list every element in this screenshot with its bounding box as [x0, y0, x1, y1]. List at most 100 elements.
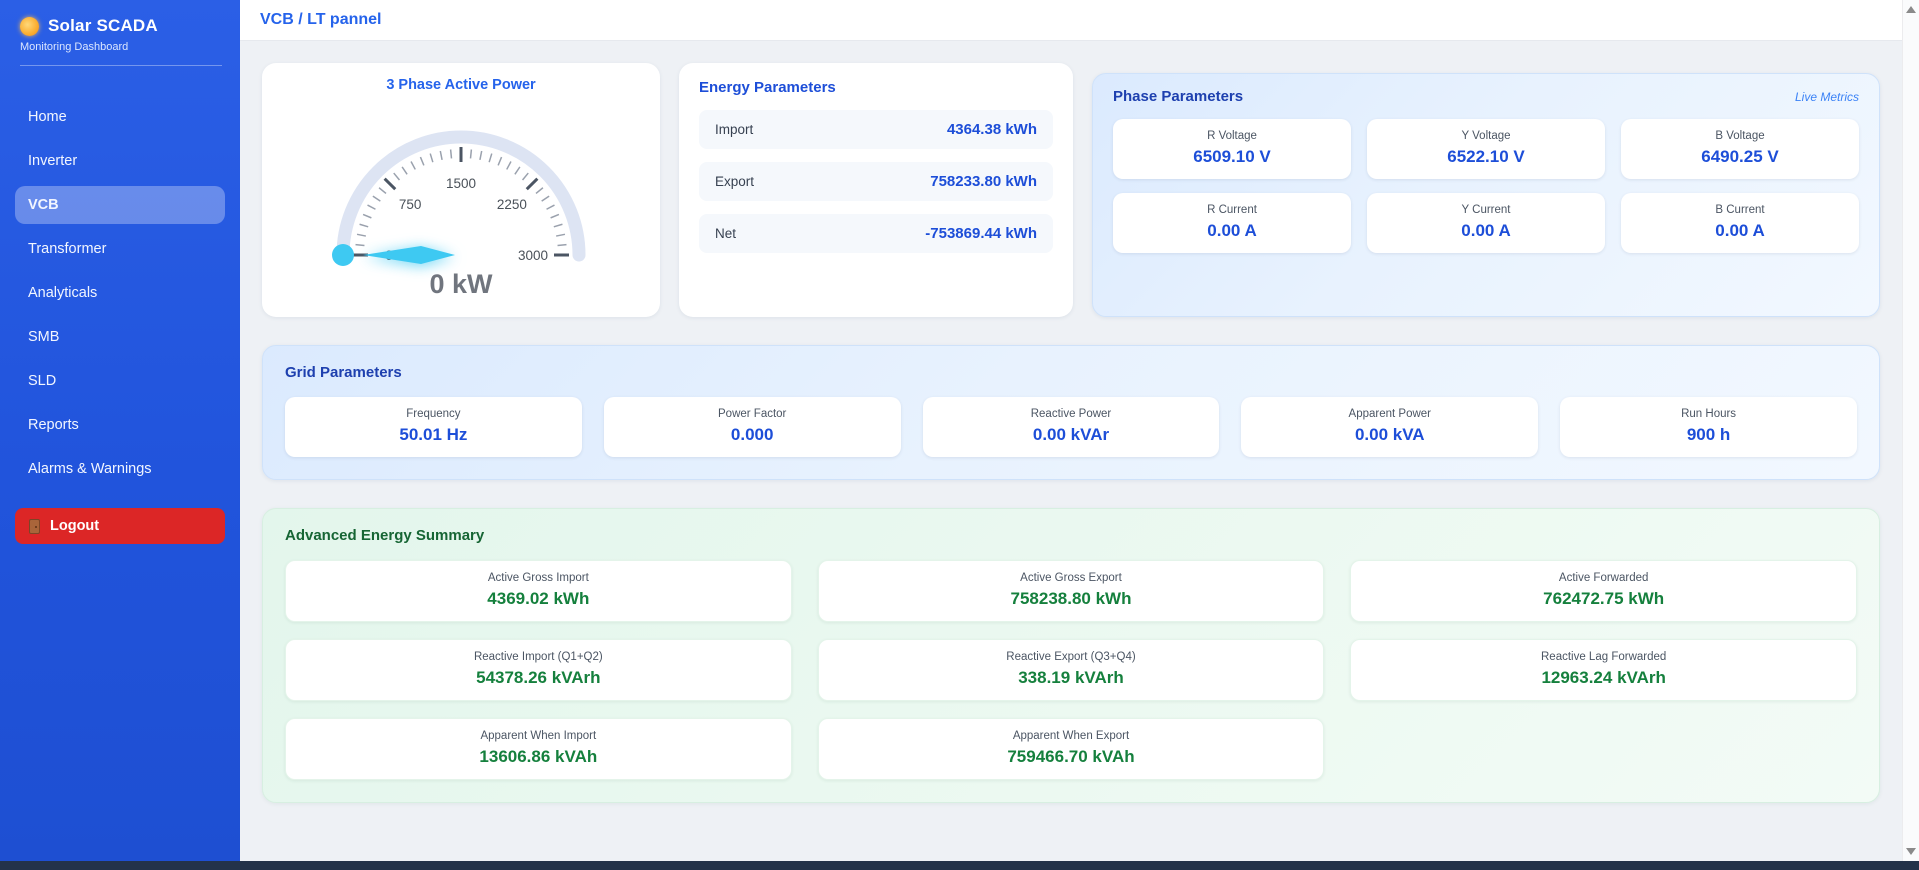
vertical-scrollbar[interactable]	[1902, 0, 1919, 861]
phase-parameters-title: Phase Parameters	[1113, 88, 1243, 105]
logo-block: Solar SCADA Monitoring Dashboard	[0, 0, 240, 76]
metric-label: B Voltage	[1631, 130, 1849, 142]
app-subtitle: Monitoring Dashboard	[20, 41, 222, 53]
sidebar-nav-item[interactable]: Home	[15, 98, 225, 136]
metric-tile: Y Voltage 6522.10 V	[1367, 119, 1605, 179]
main-area: VCB / LT pannel 3 Phase Active Power 075…	[240, 0, 1902, 861]
metric-value: 0.00 A	[1123, 221, 1341, 241]
metric-tile: Active Forwarded 762472.75 kWh	[1350, 560, 1857, 622]
sidebar-nav-item[interactable]: SMB	[15, 318, 225, 356]
sidebar-nav-item-label: VCB	[28, 197, 59, 213]
metric-value: 338.19 kVArh	[829, 668, 1314, 688]
metric-tile: B Current 0.00 A	[1621, 193, 1859, 253]
topbar: VCB / LT pannel	[240, 0, 1902, 41]
door-icon	[29, 519, 40, 534]
bottom-strip	[0, 861, 1919, 870]
sidebar-nav-item[interactable]: Alarms & Warnings	[15, 450, 225, 488]
metric-label: R Voltage	[1123, 130, 1341, 142]
metric-label: Run Hours	[1570, 408, 1847, 420]
metric-value: 0.00 A	[1631, 221, 1849, 241]
metric-label: Reactive Power	[933, 408, 1210, 420]
metric-value: 4369.02 kWh	[296, 589, 781, 609]
energy-row-value: 4364.38 kWh	[947, 121, 1037, 138]
metric-value: 762472.75 kWh	[1361, 589, 1846, 609]
sidebar-nav-item-label: Transformer	[28, 241, 106, 257]
sidebar-nav-item-label: Alarms & Warnings	[28, 461, 152, 477]
svg-text:0 kW: 0 kW	[429, 269, 493, 299]
sun-logo-icon	[20, 17, 39, 36]
metric-value: 54378.26 kVArh	[296, 668, 781, 688]
metric-label: Frequency	[295, 408, 572, 420]
phase-parameters-card: Phase Parameters Live Metrics R Voltage …	[1092, 73, 1880, 317]
energy-parameter-row: Net -753869.44 kWh	[699, 214, 1053, 253]
energy-parameters-card: Energy Parameters Import 4364.38 kWh Exp…	[679, 63, 1073, 317]
sidebar-nav-item-label: Analyticals	[28, 285, 97, 301]
svg-text:3000: 3000	[518, 248, 548, 263]
live-metrics-badge: Live Metrics	[1795, 90, 1859, 104]
metric-tile: Apparent When Export 759466.70 kVAh	[818, 718, 1325, 780]
metric-tile: R Voltage 6509.10 V	[1113, 119, 1351, 179]
sidebar-nav-item[interactable]: VCB	[15, 186, 225, 224]
metric-label: Y Voltage	[1377, 130, 1595, 142]
metric-tile: B Voltage 6490.25 V	[1621, 119, 1859, 179]
metric-value: 50.01 Hz	[295, 425, 572, 445]
metric-value: 759466.70 kVAh	[829, 747, 1314, 767]
metric-value: 6490.25 V	[1631, 147, 1849, 167]
metric-tile: Reactive Export (Q3+Q4) 338.19 kVArh	[818, 639, 1325, 701]
metric-label: Reactive Import (Q1+Q2)	[296, 651, 781, 663]
metric-tile: Active Gross Import 4369.02 kWh	[285, 560, 792, 622]
sidebar-nav-item[interactable]: Reports	[15, 406, 225, 444]
sidebar-nav-item[interactable]: SLD	[15, 362, 225, 400]
sidebar: Solar SCADA Monitoring Dashboard Home In…	[0, 0, 240, 861]
metric-value: 0.00 A	[1377, 221, 1595, 241]
energy-row-label: Export	[715, 174, 754, 189]
metric-label: Active Gross Export	[829, 572, 1314, 584]
metric-label: Active Forwarded	[1361, 572, 1846, 584]
energy-parameter-row: Export 758233.80 kWh	[699, 162, 1053, 201]
metric-tile: Power Factor 0.000	[604, 397, 901, 457]
advanced-energy-summary-title: Advanced Energy Summary	[285, 527, 1857, 544]
active-power-gauge: 07501500225030000 kW	[281, 93, 641, 303]
sidebar-nav-item[interactable]: Analyticals	[15, 274, 225, 312]
logout-label: Logout	[50, 518, 99, 534]
metric-label: Reactive Export (Q3+Q4)	[829, 651, 1314, 663]
svg-text:750: 750	[399, 197, 422, 212]
metric-tile: R Current 0.00 A	[1113, 193, 1351, 253]
metric-tile: Apparent Power 0.00 kVA	[1241, 397, 1538, 457]
sidebar-nav-item-label: SLD	[28, 373, 56, 389]
app-window: Solar SCADA Monitoring Dashboard Home In…	[0, 0, 1919, 861]
energy-row-value: -753869.44 kWh	[925, 225, 1037, 242]
grid-parameter-tiles: Frequency 50.01 Hz Power Factor 0.000 Re…	[285, 397, 1857, 457]
sidebar-nav-item-label: SMB	[28, 329, 59, 345]
sidebar-nav-item[interactable]: Inverter	[15, 142, 225, 180]
metric-label: R Current	[1123, 204, 1341, 216]
metric-value: 900 h	[1570, 425, 1847, 445]
app-title: Solar SCADA	[48, 16, 158, 36]
metric-label: Power Factor	[614, 408, 891, 420]
logout-button[interactable]: Logout	[15, 508, 225, 544]
metric-tile: Active Gross Export 758238.80 kWh	[818, 560, 1325, 622]
metric-label: Apparent When Import	[296, 730, 781, 742]
sidebar-divider	[20, 65, 222, 66]
metric-value: 0.000	[614, 425, 891, 445]
metric-tile: Frequency 50.01 Hz	[285, 397, 582, 457]
metric-label: Y Current	[1377, 204, 1595, 216]
metric-label: B Current	[1631, 204, 1849, 216]
sidebar-nav: Home Inverter VCB Transformer Analytical…	[0, 98, 240, 494]
sidebar-nav-item-label: Home	[28, 109, 67, 125]
metric-tile: Run Hours 900 h	[1560, 397, 1857, 457]
sidebar-nav-item-label: Inverter	[28, 153, 77, 169]
metric-value: 0.00 kVA	[1251, 425, 1528, 445]
energy-parameter-row: Import 4364.38 kWh	[699, 110, 1053, 149]
phase-parameter-tiles: R Voltage 6509.10 V Y Voltage 6522.10 V …	[1113, 119, 1859, 253]
sidebar-nav-item[interactable]: Transformer	[15, 230, 225, 268]
scroll-down-icon[interactable]	[1906, 848, 1916, 855]
active-power-gauge-card: 3 Phase Active Power 07501500225030000 k…	[262, 63, 660, 317]
energy-row-label: Net	[715, 226, 736, 241]
grid-parameters-card: Grid Parameters Frequency 50.01 Hz Power…	[262, 345, 1880, 480]
metric-value: 6522.10 V	[1377, 147, 1595, 167]
advanced-energy-tiles: Active Gross Import 4369.02 kWh Active G…	[285, 560, 1857, 780]
scroll-up-icon[interactable]	[1906, 6, 1916, 13]
energy-row-label: Import	[715, 122, 753, 137]
metric-label: Reactive Lag Forwarded	[1361, 651, 1846, 663]
